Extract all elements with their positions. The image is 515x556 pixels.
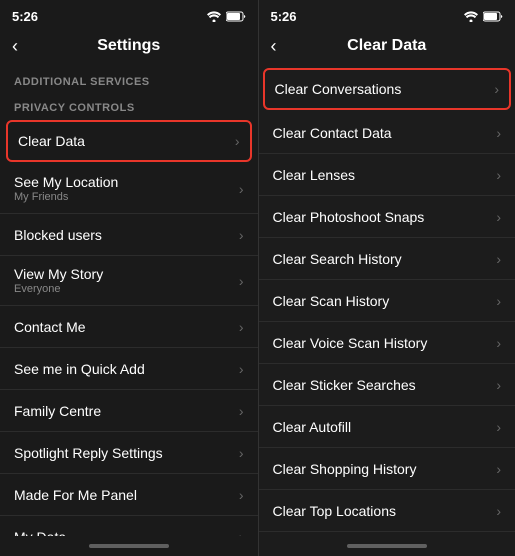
chevron-icon-clear-data: › [235,133,240,149]
battery-icon-right [483,11,503,22]
chevron-icon-photoshoot: › [496,209,501,225]
clear-search-history-title: Clear Search History [273,251,402,267]
clear-contact-data-item[interactable]: Clear Contact Data › [259,112,515,154]
left-header: ‹ Settings [0,28,258,66]
view-my-story-title: View My Story [14,266,103,282]
quick-add-title: See me in Quick Add [14,361,145,377]
clear-photoshoot-title: Clear Photoshoot Snaps [273,209,425,225]
clear-search-history-item[interactable]: Clear Search History › [259,238,515,280]
clear-shopping-history-item[interactable]: Clear Shopping History › [259,448,515,490]
status-bar-left: 5:26 [0,0,258,28]
see-my-location-title: See My Location [14,174,118,190]
clear-autofill-title: Clear Autofill [273,419,352,435]
family-centre-title: Family Centre [14,403,101,419]
clear-lenses-title: Clear Lenses [273,167,356,183]
back-arrow-right[interactable]: ‹ [271,36,277,57]
status-icons-right [463,11,503,22]
chevron-icon-story: › [239,273,244,289]
contact-me-item[interactable]: Contact Me › [0,306,258,348]
battery-icon [226,11,246,22]
right-header: ‹ Clear Data [259,28,515,66]
status-time-left: 5:26 [12,9,38,24]
left-header-title: Settings [97,37,160,55]
chevron-icon-location: › [239,181,244,197]
clear-conversations-item[interactable]: Clear Conversations › [263,68,512,110]
chevron-icon-scan-hist: › [496,293,501,309]
spotlight-reply-title: Spotlight Reply Settings [14,445,163,461]
chevron-icon-lenses: › [496,167,501,183]
family-centre-item[interactable]: Family Centre › [0,390,258,432]
left-scroll-area: ADDITIONAL SERVICES PRIVACY CONTROLS Cle… [0,66,258,536]
chevron-icon-voice-scan: › [496,335,501,351]
see-my-location-sub: My Friends [14,191,118,203]
clear-conversations-title: Clear Conversations [275,81,402,97]
chevron-icon-mydata: › [239,529,244,537]
chevron-icon-contact: › [239,319,244,335]
clear-photoshoot-item[interactable]: Clear Photoshoot Snaps › [259,196,515,238]
spotlight-reply-item[interactable]: Spotlight Reply Settings › [0,432,258,474]
chevron-icon-sticker: › [496,377,501,393]
wifi-icon-right [463,11,479,22]
clear-data-title: Clear Data [18,133,85,149]
chevron-icon-blocked: › [239,227,244,243]
made-for-me-title: Made For Me Panel [14,487,137,503]
view-my-story-sub: Everyone [14,283,103,295]
chevron-icon-family: › [239,403,244,419]
chevron-icon-madefor: › [239,487,244,503]
clear-voice-scan-item[interactable]: Clear Voice Scan History › [259,322,515,364]
right-scroll-area: Clear Conversations › Clear Contact Data… [259,66,515,536]
blocked-users-item[interactable]: Blocked users › [0,214,258,256]
home-bar-left [89,544,169,548]
see-my-location-item[interactable]: See My Location My Friends › [0,164,258,214]
right-panel: 5:26 ‹ Clear Data Clear Conversations › [258,0,515,556]
status-bar-right: 5:26 [259,0,515,28]
status-time-right: 5:26 [271,9,297,24]
chevron-icon-quickadd: › [239,361,244,377]
quick-add-item[interactable]: See me in Quick Add › [0,348,258,390]
left-panel: 5:26 ‹ Settings ADDITIONAL SERVICES PRIV… [0,0,258,556]
clear-top-locations-title: Clear Top Locations [273,503,396,519]
chevron-icon-shopping: › [496,461,501,477]
my-data-title: My Data [14,529,66,537]
clear-shopping-history-title: Clear Shopping History [273,461,417,477]
back-arrow-left[interactable]: ‹ [12,36,18,57]
home-bar-right [347,544,427,548]
made-for-me-item[interactable]: Made For Me Panel › [0,474,258,516]
wifi-icon [206,11,222,22]
clear-top-locations-item[interactable]: Clear Top Locations › [259,490,515,532]
chevron-icon-locations: › [496,503,501,519]
clear-contact-data-title: Clear Contact Data [273,125,392,141]
chevron-icon-spotlight: › [239,445,244,461]
chevron-icon-contact-data: › [496,125,501,141]
home-indicator-left [0,536,258,556]
chevron-icon-search-hist: › [496,251,501,267]
clear-autofill-item[interactable]: Clear Autofill › [259,406,515,448]
status-icons-left [206,11,246,22]
section-privacy-controls: PRIVACY CONTROLS [0,92,258,118]
clear-scan-history-title: Clear Scan History [273,293,390,309]
chevron-icon-autofill: › [496,419,501,435]
view-my-story-item[interactable]: View My Story Everyone › [0,256,258,306]
clear-sticker-searches-title: Clear Sticker Searches [273,377,416,393]
chevron-icon-conv: › [494,81,499,97]
clear-voice-scan-title: Clear Voice Scan History [273,335,428,351]
clear-data-item[interactable]: Clear Data › [6,120,252,162]
my-data-item[interactable]: My Data › [0,516,258,536]
clear-lenses-item[interactable]: Clear Lenses › [259,154,515,196]
clear-sticker-searches-item[interactable]: Clear Sticker Searches › [259,364,515,406]
contact-me-title: Contact Me [14,319,86,335]
home-indicator-right [259,536,515,556]
blocked-users-title: Blocked users [14,227,102,243]
right-header-title: Clear Data [347,37,426,55]
clear-scan-history-item[interactable]: Clear Scan History › [259,280,515,322]
section-additional-services: ADDITIONAL SERVICES [0,66,258,92]
